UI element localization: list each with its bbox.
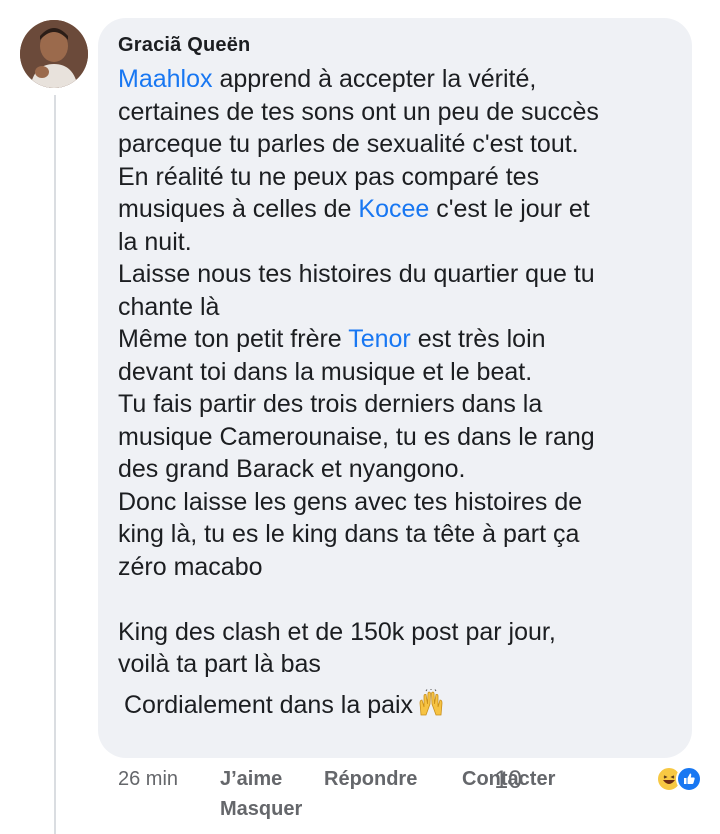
comment-text: zéro macabo bbox=[118, 552, 263, 581]
raising-hands-emoji bbox=[417, 688, 445, 727]
comment-bubble: Graciã Queën Maahlox apprend à accepter … bbox=[98, 18, 692, 758]
comment-line: certaines de tes sons ont un peu de succ… bbox=[118, 96, 672, 129]
comment-text: devant toi dans la musique et le beat. bbox=[118, 357, 533, 386]
comment-text: musiques à celles de bbox=[118, 195, 359, 223]
comment-text: king là, tu es le king dans ta tête à pa… bbox=[118, 520, 580, 548]
comment-line bbox=[118, 583, 672, 616]
comment-text: musique Camerounaise, tu es dans le rang bbox=[118, 422, 595, 451]
comment-line: musiques à celles de Kocee c'est le jour… bbox=[118, 193, 672, 226]
comment-text: certaines de tes sons ont un peu de succ… bbox=[118, 97, 599, 126]
comment-line: Tu fais partir des trois derniers dans l… bbox=[118, 388, 672, 421]
comment-line: Laisse nous tes histoires du quartier qu… bbox=[118, 258, 672, 291]
comment-text: parceque tu parles de sexualité c'est to… bbox=[118, 130, 579, 158]
comment-text: voilà ta part là bas bbox=[118, 650, 321, 678]
comment-line: Maahlox apprend à accepter la vérité, bbox=[118, 63, 672, 96]
comment-line: zéro macabo bbox=[118, 551, 672, 584]
comment-text: King des clash et de 150k post par jour, bbox=[118, 617, 556, 646]
comment-actions: 26 min J’aime Répondre Contacter Masquer… bbox=[118, 766, 718, 830]
comment-line: Donc laisse les gens avec tes histoires … bbox=[118, 486, 672, 519]
thread-line bbox=[54, 95, 56, 834]
comment-line: devant toi dans la musique et le beat. bbox=[118, 356, 672, 389]
mention-link[interactable]: Maahlox bbox=[118, 65, 213, 93]
comment-signoff: Cordialement dans la paix bbox=[118, 688, 672, 727]
comment-line: king là, tu es le king dans ta tête à pa… bbox=[118, 518, 672, 551]
comment-text: Même ton petit frère bbox=[118, 325, 349, 353]
comment-text: Tu fais partir des trois derniers dans l… bbox=[118, 390, 543, 418]
comment-text: des grand Barack et nyangono. bbox=[118, 455, 466, 483]
comment-text: est très loin bbox=[410, 325, 546, 353]
reaction-count: 10 bbox=[494, 766, 522, 794]
mention-link[interactable]: Kocee bbox=[358, 195, 429, 223]
comment-text: Laisse nous tes histoires du quartier qu… bbox=[118, 260, 595, 288]
comment-line: chante là bbox=[118, 291, 672, 324]
comment-text: Donc laisse les gens avec tes histoires … bbox=[118, 487, 583, 516]
comment-body: Maahlox apprend à accepter la vérité, cer… bbox=[118, 63, 672, 726]
comment-text: En réalité tu ne peux pas comparé tes bbox=[118, 162, 540, 191]
comment-text: la nuit. bbox=[118, 227, 192, 256]
comment-line: voilà ta part là bas bbox=[118, 648, 672, 681]
comment-timestamp[interactable]: 26 min bbox=[118, 768, 178, 791]
signoff-text: Cordialement dans la paix bbox=[124, 690, 414, 719]
avatar-photo bbox=[20, 20, 88, 88]
comment-line: parceque tu parles de sexualité c'est to… bbox=[118, 128, 672, 161]
comment-line: des grand Barack et nyangono. bbox=[118, 453, 672, 486]
comment-text: chante là bbox=[118, 292, 220, 321]
like-button[interactable]: J’aime bbox=[220, 768, 282, 791]
comment-line: musique Camerounaise, tu es dans le rang bbox=[118, 421, 672, 454]
comment-text: apprend à accepter la vérité, bbox=[212, 65, 537, 93]
comment-line: En réalité tu ne peux pas comparé tes bbox=[118, 161, 672, 194]
comment-line: la nuit. bbox=[118, 226, 672, 259]
comment-line: King des clash et de 150k post par jour, bbox=[118, 616, 672, 649]
avatar[interactable] bbox=[20, 20, 88, 88]
reply-button[interactable]: Répondre bbox=[324, 768, 417, 791]
comment-author[interactable]: Graciã Queën bbox=[118, 34, 672, 57]
comment-text: c'est le jour et bbox=[429, 195, 590, 223]
comment-line: Même ton petit frère Tenor est très loin bbox=[118, 323, 672, 356]
like-reaction-icon bbox=[676, 766, 702, 792]
mention-link[interactable]: Tenor bbox=[348, 325, 411, 353]
hide-button[interactable]: Masquer bbox=[220, 798, 302, 821]
